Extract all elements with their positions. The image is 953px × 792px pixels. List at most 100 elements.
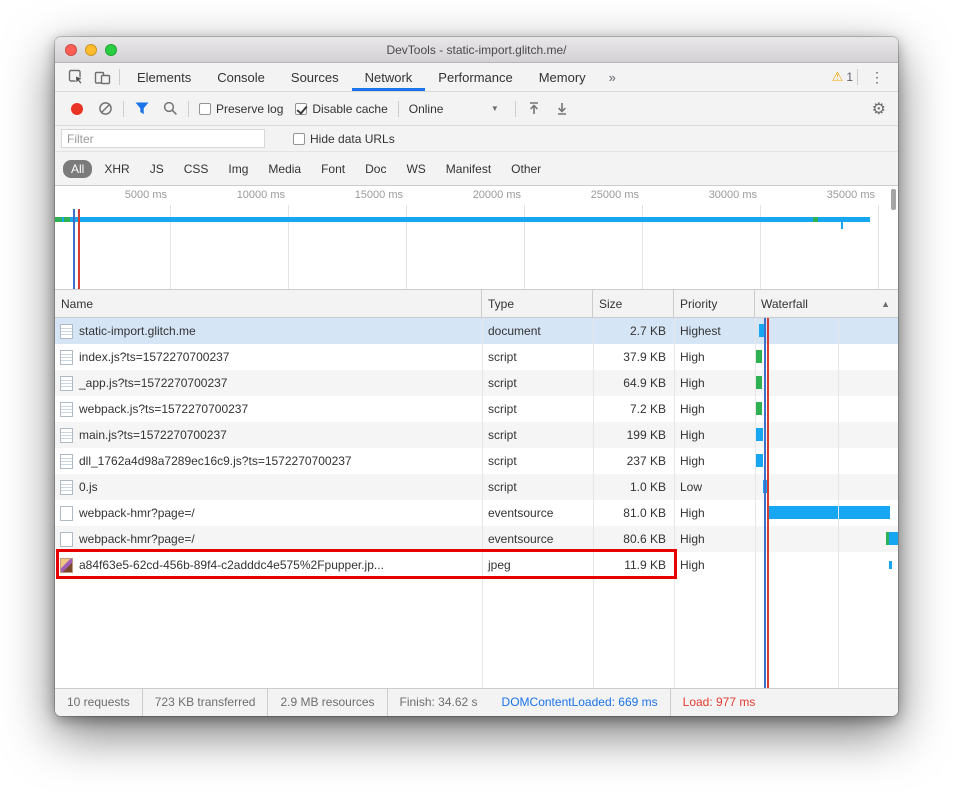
- table-row[interactable]: webpack.js?ts=1572270700237script7.2 KBH…: [55, 396, 898, 422]
- disable-cache-label: Disable cache: [312, 102, 387, 116]
- settings-gear-button[interactable]: ⚙: [872, 99, 890, 119]
- request-type-cell: document: [482, 324, 593, 338]
- request-name: main.js?ts=1572270700237: [79, 428, 227, 442]
- request-name-cell: static-import.glitch.me: [55, 324, 482, 339]
- issues-warning-button[interactable]: ⚠ 1: [832, 69, 853, 85]
- clear-button[interactable]: [93, 97, 117, 121]
- hide-data-urls-label: Hide data URLs: [310, 132, 395, 146]
- waterfall-cell: [755, 318, 898, 344]
- more-tabs-button[interactable]: »: [599, 63, 626, 91]
- search-button[interactable]: [158, 97, 182, 121]
- type-filter-js[interactable]: JS: [142, 160, 172, 178]
- toggle-device-toolbar-button[interactable]: [89, 63, 115, 91]
- hide-data-urls-checkbox[interactable]: [293, 133, 305, 145]
- table-header: Name Type Size Priority Waterfall ▲: [55, 290, 898, 318]
- document-file-icon: [60, 480, 73, 495]
- type-filter-doc[interactable]: Doc: [357, 160, 394, 178]
- type-filter-img[interactable]: Img: [220, 160, 256, 178]
- request-size-cell: 2.7 KB: [593, 324, 674, 338]
- resource-type-filters: AllXHR JSCSSImgMediaFontDocWS ManifestOthe…: [55, 152, 898, 186]
- preserve-log-checkbox[interactable]: [199, 103, 211, 115]
- document-file-icon: [60, 428, 73, 443]
- column-header-size[interactable]: Size: [593, 290, 674, 317]
- waterfall-cell: [755, 500, 898, 526]
- request-name-cell: 0.js: [55, 480, 482, 495]
- document-file-icon: [60, 324, 73, 339]
- document-file-icon: [60, 376, 73, 391]
- disable-cache-checkbox[interactable]: [295, 103, 307, 115]
- record-icon: [71, 103, 83, 115]
- type-filter-xhr[interactable]: XHR: [96, 160, 137, 178]
- waterfall-bar: [756, 428, 763, 441]
- request-type-cell: script: [482, 350, 593, 364]
- request-priority-cell: High: [674, 506, 755, 520]
- divider: [515, 101, 516, 117]
- titlebar[interactable]: DevTools - static-import.glitch.me/: [55, 37, 898, 63]
- timeline-tick-label: 25000 ms: [591, 189, 639, 201]
- disable-cache-toggle[interactable]: Disable cache: [295, 102, 387, 116]
- request-name: a84f63e5-62cd-456b-89f4-c2adddc4e575%2Fp…: [79, 558, 384, 572]
- table-row[interactable]: main.js?ts=1572270700237script199 KBHigh: [55, 422, 898, 448]
- column-header-name[interactable]: Name: [55, 290, 482, 317]
- import-har-button[interactable]: [522, 97, 546, 121]
- timeline-tick-label: 30000 ms: [709, 189, 757, 201]
- type-filter-media[interactable]: Media: [260, 160, 309, 178]
- waterfall-cell: [755, 448, 898, 474]
- export-arrow-icon: [555, 101, 569, 116]
- record-button[interactable]: [65, 97, 89, 121]
- export-har-button[interactable]: [550, 97, 574, 121]
- table-row[interactable]: static-import.glitch.medocument2.7 KBHig…: [55, 318, 898, 344]
- request-size-cell: 81.0 KB: [593, 506, 674, 520]
- preserve-log-toggle[interactable]: Preserve log: [199, 102, 283, 116]
- table-row[interactable]: webpack-hmr?page=/eventsource80.6 KBHigh: [55, 526, 898, 552]
- tab-performance[interactable]: Performance: [425, 63, 525, 91]
- type-filter-manifest[interactable]: Manifest: [438, 160, 499, 178]
- request-name-cell: index.js?ts=1572270700237: [55, 350, 482, 365]
- divider: [398, 101, 399, 117]
- filter-input[interactable]: [61, 129, 265, 148]
- tab-console[interactable]: Console: [204, 63, 278, 91]
- type-filter-font[interactable]: Font: [313, 160, 353, 178]
- table-row[interactable]: a84f63e5-62cd-456b-89f4-c2adddc4e575%2Fp…: [55, 552, 898, 578]
- device-toolbar-icon: [94, 69, 111, 86]
- kebab-menu-icon: ⋮: [870, 69, 884, 85]
- table-row[interactable]: index.js?ts=1572270700237script37.9 KBHi…: [55, 344, 898, 370]
- throttling-dropdown[interactable]: Online ▼: [409, 102, 505, 116]
- inspect-element-button[interactable]: [63, 63, 89, 91]
- type-filter-ws[interactable]: WS: [398, 160, 433, 178]
- column-header-type[interactable]: Type: [482, 290, 593, 317]
- type-filter-other[interactable]: Other: [503, 160, 549, 178]
- filter-toggle-button[interactable]: [130, 97, 154, 121]
- request-size-cell: 199 KB: [593, 428, 674, 442]
- tab-sources[interactable]: Sources: [278, 63, 352, 91]
- throttling-value: Online: [409, 102, 444, 116]
- waterfall-bar: [763, 480, 767, 493]
- table-row[interactable]: dll_1762a4d98a7289ec16c9.js?ts=157227070…: [55, 448, 898, 474]
- timeline-overview[interactable]: 5000 ms10000 ms15000 ms20000 ms25000 ms3…: [55, 186, 898, 290]
- column-header-priority[interactable]: Priority: [674, 290, 755, 317]
- table-row[interactable]: 0.jsscript1.0 KBLow: [55, 474, 898, 500]
- table-row[interactable]: _app.js?ts=1572270700237script64.9 KBHig…: [55, 370, 898, 396]
- type-filter-all[interactable]: All: [63, 160, 92, 178]
- tabbar-right-controls: ⚠ 1 ⋮: [832, 63, 898, 91]
- request-size-cell: 64.9 KB: [593, 376, 674, 390]
- tab-strip: ElementsConsoleSourcesNetworkPerformance…: [124, 63, 599, 91]
- request-type-cell: script: [482, 454, 593, 468]
- tab-elements[interactable]: Elements: [124, 63, 204, 91]
- clear-icon: [98, 101, 113, 116]
- dom-content-loaded-stat: DOMContentLoaded: 669 ms: [490, 689, 671, 716]
- type-filter-css[interactable]: CSS: [176, 160, 217, 178]
- column-header-waterfall[interactable]: Waterfall ▲: [755, 290, 898, 317]
- tab-network[interactable]: Network: [352, 63, 426, 91]
- hide-data-urls-toggle[interactable]: Hide data URLs: [293, 132, 395, 146]
- customize-menu-button[interactable]: ⋮: [862, 69, 892, 86]
- table-row[interactable]: webpack-hmr?page=/eventsource81.0 KBHigh: [55, 500, 898, 526]
- status-item: 723 KB transferred: [143, 689, 269, 716]
- requests-table: Name Type Size Priority Waterfall ▲ stat…: [55, 290, 898, 688]
- waterfall-bar: [756, 454, 763, 467]
- overview-scrollbar-thumb[interactable]: [891, 189, 896, 210]
- tab-memory[interactable]: Memory: [526, 63, 599, 91]
- document-file-icon: [60, 350, 73, 365]
- request-name-cell: a84f63e5-62cd-456b-89f4-c2adddc4e575%2Fp…: [55, 558, 482, 573]
- preserve-log-label: Preserve log: [216, 102, 283, 116]
